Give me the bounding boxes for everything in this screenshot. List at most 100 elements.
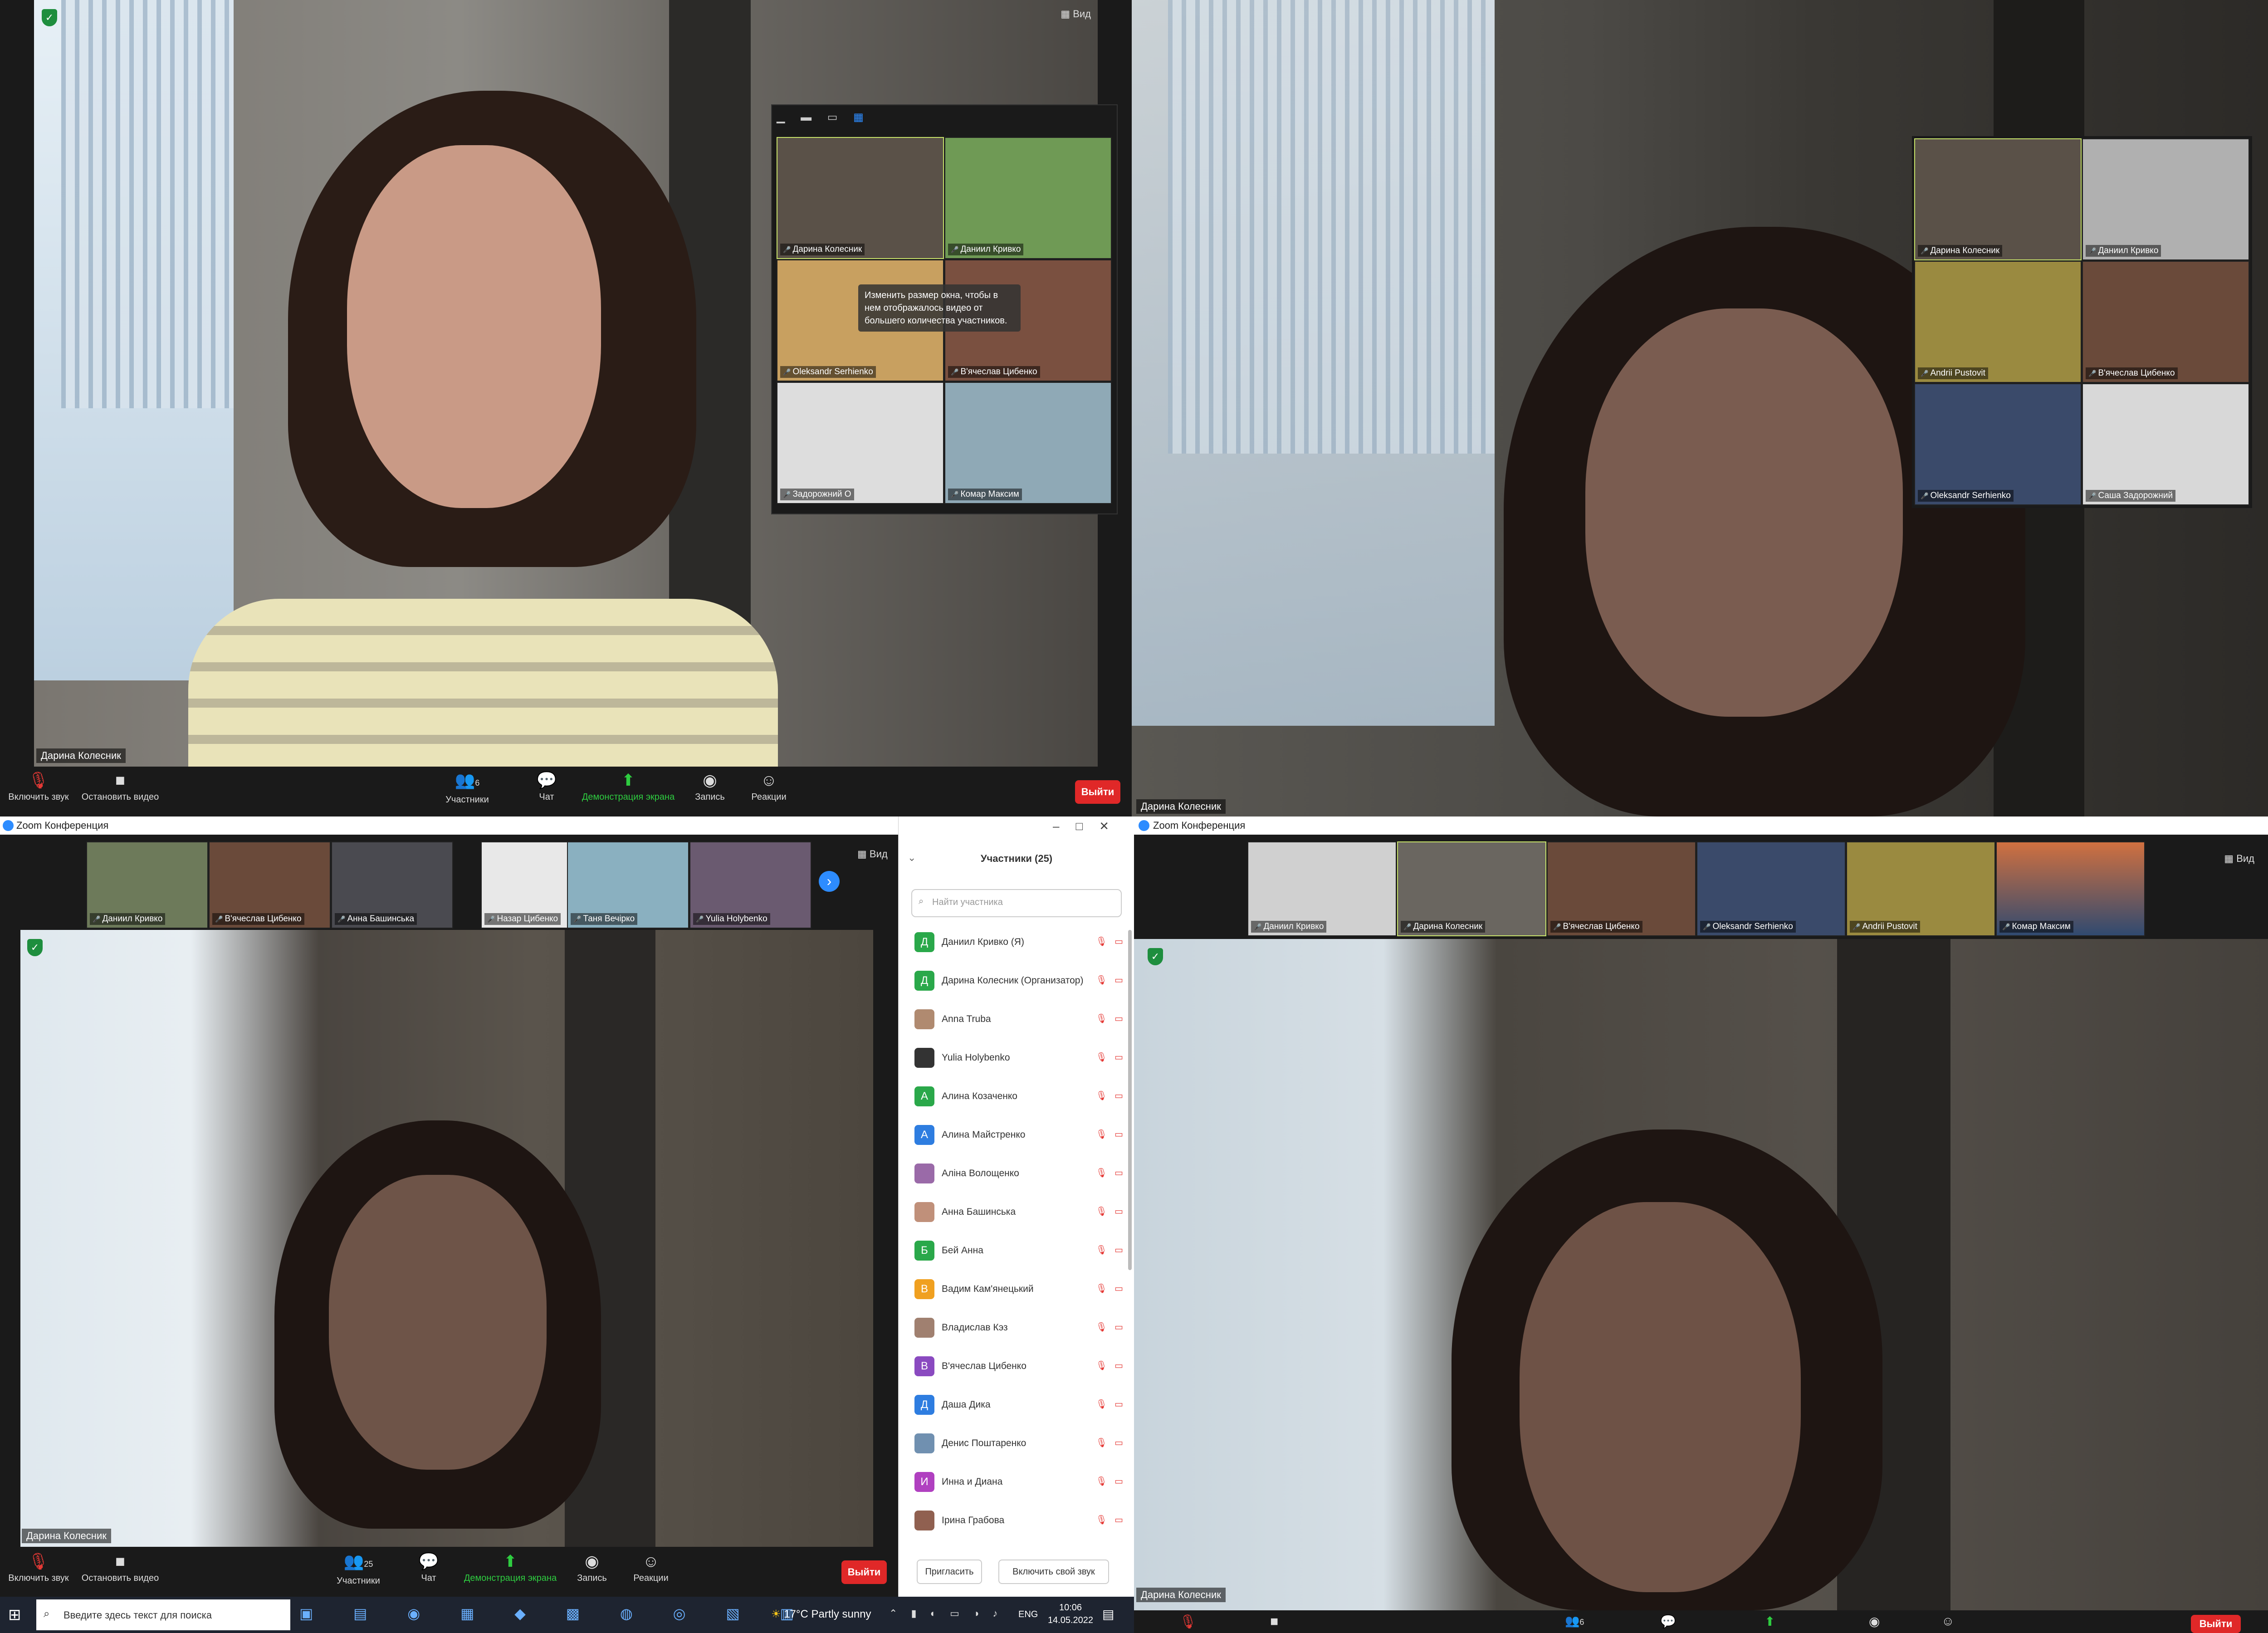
participant-row[interactable]: В В'ячеслав Цибенко 🎙 ▭ xyxy=(899,1347,1134,1386)
gallery-tile[interactable]: Дарина Колесник xyxy=(1914,138,2082,260)
video-off-icon[interactable]: ▭ xyxy=(1114,1090,1123,1101)
muted-mic-icon[interactable]: 🎙 xyxy=(1096,1129,1107,1140)
unmute-button[interactable]: 🎙 Включить звук xyxy=(5,1552,73,1584)
video-off-icon[interactable]: ▭ xyxy=(1114,1206,1123,1217)
video-off-icon[interactable]: ▭ xyxy=(1114,974,1123,986)
muted-mic-icon[interactable]: 🎙 xyxy=(1096,1167,1107,1178)
participant-row[interactable]: Д Даниил Кривко (Я) 🎙 ▭ xyxy=(899,923,1134,962)
muted-mic-icon[interactable]: 🎙 xyxy=(1096,974,1107,986)
participant-search[interactable]: ⌕ Найти участника xyxy=(911,889,1122,917)
strip-tile[interactable]: Andrii Pustovit xyxy=(1846,841,1995,936)
muted-mic-icon[interactable]: 🎙 xyxy=(1179,1614,1197,1630)
participant-row[interactable]: Б Бей Анна 🎙 ▭ xyxy=(899,1232,1134,1270)
participant-row[interactable]: В Вадим Кам'янецький 🎙 ▭ xyxy=(899,1270,1134,1309)
video-off-icon[interactable]: ▭ xyxy=(1114,1244,1123,1256)
strip-tile[interactable]: Анна Башинська xyxy=(331,841,453,929)
muted-mic-icon[interactable]: 🎙 xyxy=(1096,1206,1107,1217)
muted-mic-icon[interactable]: 🎙 xyxy=(1096,1283,1107,1294)
clock[interactable]: 10:06 14.05.2022 xyxy=(1043,1601,1098,1627)
leave-button[interactable]: Выйти xyxy=(1075,780,1120,804)
participant-row[interactable]: Владислав Кэз 🎙 ▭ xyxy=(899,1309,1134,1347)
gallery-tile[interactable]: Даниил Кривко xyxy=(2082,138,2249,260)
muted-mic-icon[interactable]: 🎙 xyxy=(1096,1476,1107,1487)
view-button[interactable]: ▦ Вид xyxy=(2224,853,2254,865)
start-button[interactable]: ⊞ xyxy=(8,1606,21,1624)
share-screen-button[interactable]: ⬆ Демонстрация экрана xyxy=(458,1552,562,1584)
notification-icon[interactable]: ▤ xyxy=(1102,1607,1114,1622)
participant-row[interactable]: А Алина Майстренко 🎙 ▭ xyxy=(899,1116,1134,1154)
muted-mic-icon[interactable]: 🎙 xyxy=(1096,936,1107,947)
participant-row[interactable]: Д Дарина Колесник (Организатор) 🎙 ▭ xyxy=(899,962,1134,1000)
list-scrollbar[interactable] xyxy=(1128,930,1132,1270)
gallery-tile[interactable]: Andrii Pustovit xyxy=(1914,261,2082,383)
record-button[interactable]: ◉ Запись xyxy=(685,771,735,802)
video-off-icon[interactable]: ▭ xyxy=(1114,1476,1123,1487)
muted-mic-icon[interactable]: 🎙 xyxy=(1096,1514,1107,1525)
share-screen-button[interactable]: ⬆ Демонстрация экрана xyxy=(576,771,680,802)
smile-icon[interactable]: ☺ xyxy=(1941,1614,1955,1628)
strip-tile[interactable]: В'ячеслав Цибенко xyxy=(209,841,331,929)
language-indicator[interactable]: ENG xyxy=(1018,1609,1038,1620)
unmute-button[interactable]: 🎙 Включить звук xyxy=(5,771,73,802)
video-off-icon[interactable]: ▭ xyxy=(1114,1398,1123,1410)
share-icon[interactable]: ⬆ xyxy=(1765,1614,1775,1629)
participants-button[interactable]: 👥6 xyxy=(1565,1614,1584,1628)
strip-tile[interactable]: Комар Максим xyxy=(1996,841,2145,936)
muted-mic-icon[interactable]: 🎙 xyxy=(1096,1321,1107,1333)
muted-mic-icon[interactable]: 🎙 xyxy=(1096,1090,1107,1101)
chat-button[interactable]: 💬 Чат xyxy=(522,771,572,802)
muted-mic-icon[interactable]: 🎙 xyxy=(1096,1051,1107,1063)
video-off-icon[interactable]: ▭ xyxy=(1114,1360,1123,1371)
participant-row[interactable]: А Алина Козаченко 🎙 ▭ xyxy=(899,1077,1134,1116)
participants-button[interactable]: 👥6 Участники xyxy=(435,771,499,805)
video-off-icon[interactable]: ▭ xyxy=(1114,1013,1123,1024)
leave-button[interactable]: Выйти xyxy=(841,1560,887,1584)
participant-row[interactable]: Yulia Holybenko 🎙 ▭ xyxy=(899,1039,1134,1077)
participant-row[interactable]: Анна Башинська 🎙 ▭ xyxy=(899,1193,1134,1232)
reactions-button[interactable]: ☺ Реакции xyxy=(744,771,794,802)
gallery-tile[interactable]: В'ячеслав Цибенко xyxy=(2082,261,2249,383)
muted-mic-icon[interactable]: 🎙 xyxy=(1096,1013,1107,1024)
participant-row[interactable]: Аліна Волощенко 🎙 ▭ xyxy=(899,1154,1134,1193)
strip-tile[interactable]: В'ячеслав Цибенко xyxy=(1547,841,1696,936)
gallery-tile[interactable]: Саша Задорожний xyxy=(2082,383,2249,505)
video-off-icon[interactable]: ▭ xyxy=(1114,1051,1123,1063)
strip-tile[interactable]: Oleksandr Serhienko xyxy=(1696,841,1846,936)
strip-tile[interactable]: Таня Вечірко xyxy=(567,841,689,929)
participant-row[interactable]: Денис Поштаренко 🎙 ▭ xyxy=(899,1424,1134,1463)
muted-mic-icon[interactable]: 🎙 xyxy=(1096,1437,1107,1448)
gallery-tile[interactable]: Oleksandr Serhienko xyxy=(1914,383,2082,505)
participant-row[interactable]: Ірина Грабова 🎙 ▭ xyxy=(899,1501,1134,1540)
video-off-icon[interactable]: ▭ xyxy=(1114,1167,1123,1178)
chat-icon[interactable]: 💬 xyxy=(1660,1614,1676,1629)
gallery-tile[interactable]: Дарина Колесник xyxy=(777,137,944,259)
strip-tile[interactable]: Дарина Колесник xyxy=(1397,841,1546,936)
taskbar-search[interactable]: ⌕ Введите здесь текст для поиска xyxy=(36,1599,290,1630)
video-off-icon[interactable]: ▭ xyxy=(1114,1514,1123,1525)
participants-button[interactable]: 👥25 Участники xyxy=(327,1552,390,1586)
muted-mic-icon[interactable]: 🎙 xyxy=(1096,1398,1107,1410)
video-off-icon[interactable]: ▭ xyxy=(1114,1437,1123,1448)
muted-mic-icon[interactable]: 🎙 xyxy=(1096,1244,1107,1256)
stop-video-button[interactable]: ■ Остановить видео xyxy=(77,1552,163,1584)
video-off-icon[interactable]: ▭ xyxy=(1114,936,1123,947)
video-off-icon[interactable]: ▭ xyxy=(1114,1129,1123,1140)
chat-button[interactable]: 💬 Чат xyxy=(404,1552,454,1584)
gallery-tile[interactable]: Даниил Кривко xyxy=(944,137,1112,259)
video-off-icon[interactable]: ▭ xyxy=(1114,1321,1123,1333)
strip-tile[interactable]: Даниил Кривко xyxy=(86,841,208,929)
gallery-tile[interactable]: Комар Максим xyxy=(944,382,1112,504)
video-off-icon[interactable]: ▭ xyxy=(1114,1283,1123,1294)
leave-button[interactable]: Выйти xyxy=(2191,1615,2241,1633)
stop-video-button[interactable]: ■ Остановить видео xyxy=(77,771,163,802)
participant-row[interactable]: Anna Truba 🎙 ▭ xyxy=(899,1000,1134,1039)
strip-tile[interactable]: Yulia Holybenko xyxy=(689,841,811,929)
weather-widget[interactable]: ☀ 17°C Partly sunny xyxy=(771,1608,871,1621)
participant-row[interactable]: И Инна и Диана 🎙 ▭ xyxy=(899,1463,1134,1501)
record-button[interactable]: ◉ Запись xyxy=(567,1552,617,1584)
record-icon[interactable]: ◉ xyxy=(1869,1614,1880,1629)
next-page-button[interactable]: › xyxy=(819,871,840,892)
gallery-tile[interactable]: Задорожний О xyxy=(777,382,944,504)
view-button[interactable]: ▦ Вид xyxy=(857,848,888,860)
strip-tile[interactable]: Даниил Кривко xyxy=(1247,841,1397,936)
